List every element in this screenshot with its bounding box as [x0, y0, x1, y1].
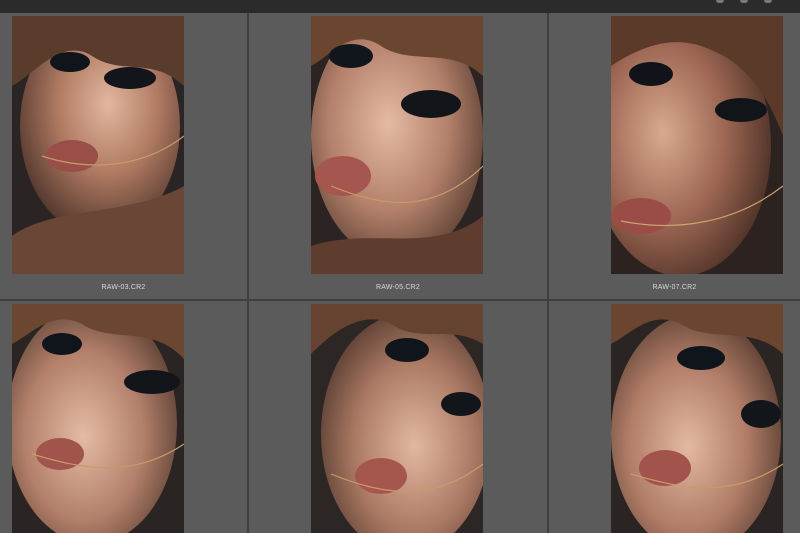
thumbnail-grid: RAW-03.CR2 RAW-05.CR2 RAW-07.CR2	[0, 13, 800, 533]
thumbnail-cell[interactable]: RAW-05.CR2	[249, 13, 547, 299]
thumbnail-photo[interactable]	[611, 304, 783, 533]
top-toolbar-strip	[0, 0, 800, 13]
thumbnail-photo[interactable]	[311, 16, 483, 274]
thumbnail-photo[interactable]	[611, 16, 783, 274]
thumbnail-cell[interactable]	[249, 301, 547, 533]
thumbnail-filename: RAW-05.CR2	[375, 284, 420, 291]
thumbnail-cell[interactable]: RAW-03.CR2	[0, 13, 247, 299]
window-control-icon[interactable]	[716, 0, 724, 3]
thumbnail-photo[interactable]	[311, 304, 483, 533]
thumbnail-cell[interactable]	[549, 301, 800, 533]
thumbnail-filename: RAW-03.CR2	[101, 284, 146, 291]
thumbnail-photo[interactable]	[12, 304, 184, 533]
thumbnail-cell[interactable]: RAW-07.CR2	[549, 13, 800, 299]
thumbnail-cell[interactable]	[0, 301, 247, 533]
thumbnail-photo[interactable]	[12, 16, 184, 274]
window-control-icon[interactable]	[740, 0, 748, 3]
window-control-icon[interactable]	[764, 0, 772, 3]
thumbnail-filename: RAW-07.CR2	[652, 284, 697, 291]
